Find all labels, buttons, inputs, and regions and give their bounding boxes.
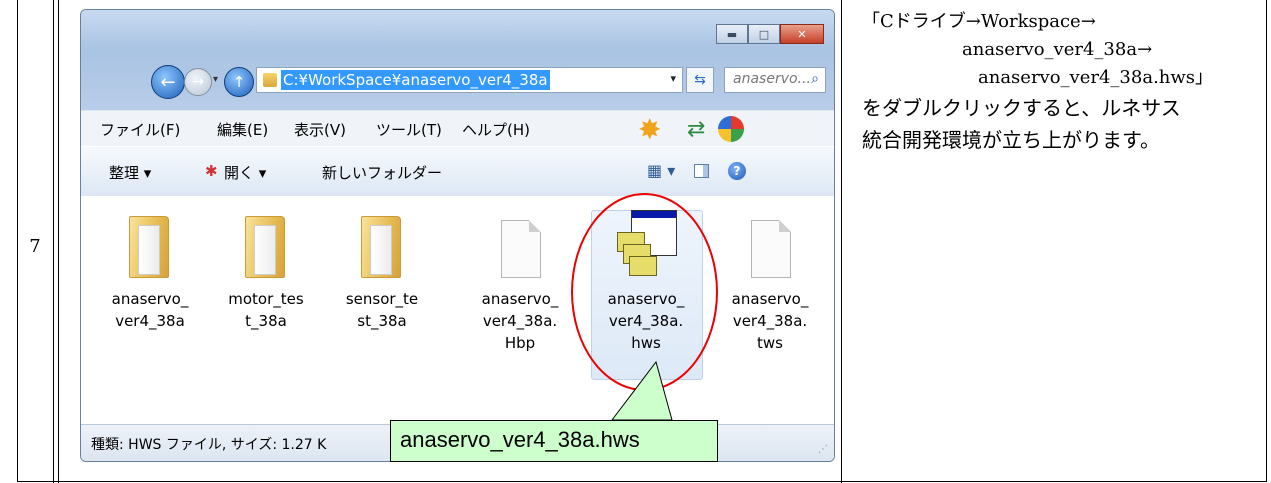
command-bar: 整理 ▾ ✱ 開く ▾ 新しいフォルダー ▦ ▾ ? [81, 146, 834, 198]
callout-box: anaservo_ver4_38a.hws [390, 420, 718, 462]
up-button[interactable]: ↑ [224, 67, 254, 97]
desc-line: 「Cドライブ→Workspace→ [862, 11, 1096, 32]
document-icon [501, 220, 541, 278]
step-description: 「Cドライブ→Workspace→ anaservo_ver4_38a→ ana… [862, 8, 1257, 156]
window-controls: ▬ □ ✕ [716, 24, 824, 44]
menu-view[interactable]: 表示(V) [294, 119, 346, 140]
open-button[interactable]: 開く ▾ [224, 162, 266, 183]
column-divider [53, 0, 54, 483]
item-label: anaservo_ ver4_38a [111, 290, 189, 330]
menu-tools[interactable]: ツール(T) [376, 119, 442, 140]
sync-icon: ⇄ [687, 117, 706, 142]
search-placeholder: anaservo... [733, 71, 811, 87]
item-label: anaservo_ ver4_38a. tws [731, 290, 809, 352]
views-icon[interactable]: ▦ ▾ [647, 161, 675, 180]
callout-text: anaservo_ver4_38a.hws [400, 427, 640, 452]
search-input[interactable]: anaservo... ⌕ [724, 67, 826, 93]
preview-pane-icon[interactable] [694, 164, 709, 178]
desc-line: 統合開発環境が立ち上がります。 [862, 128, 1160, 152]
item-label: motor_tes t_38a [228, 290, 304, 330]
back-button[interactable]: ← [151, 65, 185, 99]
column-divider [841, 0, 842, 483]
address-path[interactable]: C:¥WorkSpace¥anaservo_ver4_38a [281, 70, 550, 90]
sparkle-icon: ✸ [638, 113, 662, 146]
refresh-button[interactable]: ⇆ [686, 67, 714, 93]
status-text: 種類: HWS ファイル, サイズ: 1.27 K [91, 437, 327, 453]
desc-line: をダブルクリックすると、ルネサス [862, 96, 1181, 120]
title-bar: ▬ □ ✕ ← → ▾ ↑ C:¥WorkSpace¥anaservo_ver4… [81, 10, 834, 110]
column-divider [58, 0, 59, 483]
organize-button[interactable]: 整理 ▾ [109, 162, 151, 183]
folder-icon [361, 216, 401, 278]
explorer-window: ▬ □ ✕ ← → ▾ ↑ C:¥WorkSpace¥anaservo_ver4… [80, 9, 835, 462]
address-bar[interactable]: C:¥WorkSpace¥anaservo_ver4_38a ▾ [256, 67, 683, 93]
history-dropdown-icon[interactable]: ▾ [213, 74, 218, 85]
desc-line: anaservo_ver4_38a.hws」 [978, 67, 1214, 88]
search-icon[interactable]: ⌕ [811, 71, 819, 87]
menu-file[interactable]: ファイル(F) [100, 119, 180, 140]
folder-icon [129, 216, 169, 278]
document-icon [751, 220, 791, 278]
highlight-ellipse [571, 193, 718, 391]
help-icon[interactable]: ? [728, 162, 746, 180]
forward-button[interactable]: → [184, 68, 212, 96]
row-number: 7 [29, 236, 41, 257]
menu-edit[interactable]: 編集(E) [217, 119, 268, 140]
desc-line: anaservo_ver4_38a→ [962, 39, 1153, 60]
folder-icon [263, 73, 277, 87]
item-label: sensor_te st_38a [345, 290, 419, 330]
folder-icon [245, 216, 285, 278]
close-button[interactable]: ✕ [780, 24, 824, 44]
resize-grip-icon[interactable]: ⋰ [818, 444, 828, 455]
maximize-button[interactable]: □ [748, 24, 780, 44]
windows-logo-icon [718, 116, 744, 142]
new-folder-button[interactable]: 新しいフォルダー [322, 162, 442, 183]
open-icon: ✱ [205, 162, 218, 180]
minimize-button[interactable]: ▬ [716, 24, 748, 44]
menu-help[interactable]: ヘルプ(H) [462, 119, 530, 140]
file-list: anaservo_ ver4_38a motor_tes t_38a sensor_… [81, 196, 834, 425]
item-label: anaservo_ ver4_38a. Hbp [481, 290, 559, 352]
menu-bar: ファイル(F) 編集(E) 表示(V) ツール(T) ヘルプ(H) ✸ ⇄ [81, 110, 834, 147]
chevron-down-icon[interactable]: ▾ [670, 72, 676, 85]
